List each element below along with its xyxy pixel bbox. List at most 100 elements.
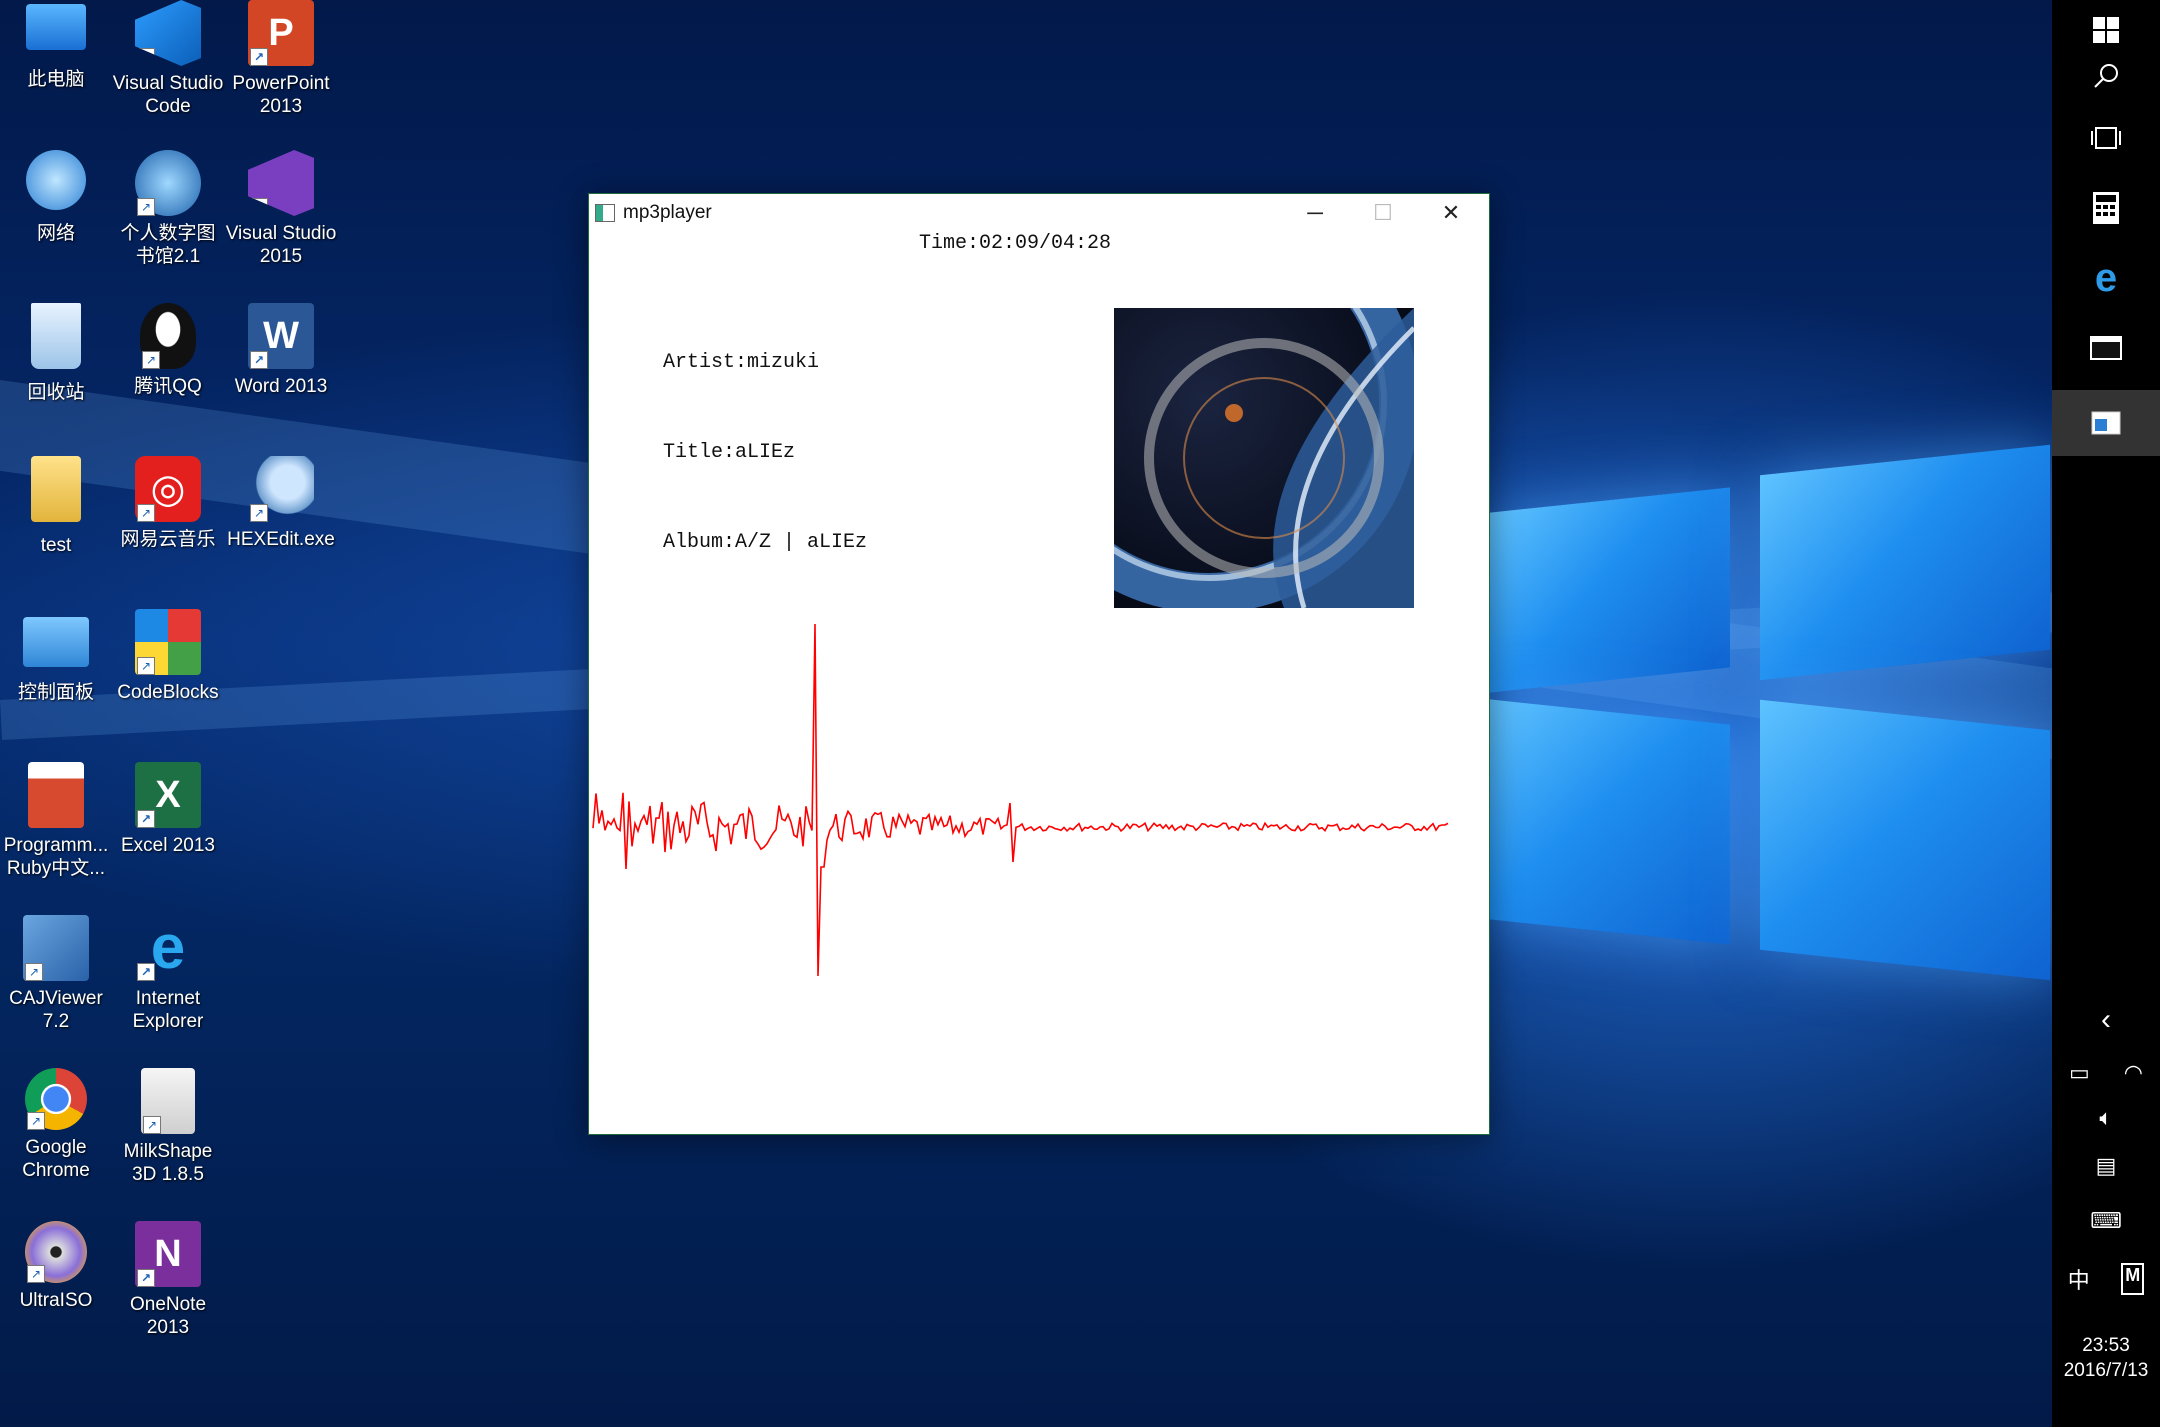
- desktop-icon-qq[interactable]: ↗ 腾讯QQ: [112, 303, 224, 398]
- icon-label: PowerPoint 2013: [232, 73, 330, 117]
- ime-mode-indicator[interactable]: M: [2121, 1263, 2145, 1295]
- desktop-icon-vscode[interactable]: ↗ Visual Studio Code: [112, 0, 224, 118]
- windows-logo: [1490, 440, 2050, 1020]
- input-language-indicator[interactable]: 中: [2068, 1263, 2090, 1295]
- calculator-icon: [2093, 192, 2119, 224]
- qq-penguin-icon: ↗: [140, 303, 196, 369]
- desktop-icon-ruby-pdf[interactable]: Programm... Ruby中文...: [0, 762, 112, 880]
- touch-keyboard-icon[interactable]: ⌨: [2090, 1208, 2122, 1234]
- chevron-left-icon: ‹: [2101, 1003, 2111, 1036]
- taskbar-edge[interactable]: e: [2052, 248, 2160, 308]
- desktop-icon-milkshape[interactable]: ↗ MilkShape 3D 1.8.5: [112, 1068, 224, 1186]
- tray-row-notifications: ▤: [2052, 1153, 2160, 1179]
- library-globe-icon: ↗: [135, 150, 201, 216]
- hexedit-magnifier-icon: ↗: [248, 456, 314, 522]
- desktop-icon-powerpoint[interactable]: P ↗ PowerPoint 2013: [225, 0, 337, 118]
- icon-label: Internet Explorer: [132, 988, 204, 1032]
- action-center-icon[interactable]: ▤: [2096, 1153, 2117, 1179]
- wifi-icon[interactable]: ◠: [2124, 1060, 2143, 1086]
- task-view-icon: [2091, 127, 2121, 149]
- chrome-icon: ↗: [25, 1068, 87, 1130]
- icon-label: 网络: [36, 223, 75, 244]
- desktop-icon-chrome[interactable]: ↗ Google Chrome: [0, 1068, 112, 1182]
- waveform-graph: [592, 623, 1449, 977]
- tray-row-ime: 中 M: [2052, 1263, 2160, 1295]
- netease-music-icon: ◎ ↗: [135, 456, 201, 522]
- desktop-icon-cajviewer[interactable]: ↗ CAJViewer 7.2: [0, 915, 112, 1033]
- desktop-icon-control-panel[interactable]: 控制面板: [0, 609, 112, 704]
- excel-icon: X ↗: [135, 762, 201, 828]
- windows-start-icon: [2093, 17, 2119, 43]
- mp3player-window[interactable]: mp3player ─ ☐ ✕ Time:02:09/04:28 Artist:…: [588, 193, 1490, 1135]
- clock-date[interactable]: 2016/7/13: [2052, 1360, 2160, 1382]
- word-icon: W ↗: [248, 303, 314, 369]
- icon-label: 个人数字图书馆2.1: [120, 223, 216, 267]
- icon-label: Visual Studio 2015: [225, 223, 337, 267]
- desktop-icon-test-folder[interactable]: test: [0, 456, 112, 557]
- tray-row-status: ▭ ◠: [2052, 1060, 2160, 1086]
- side-taskbar: e ‹ ▭ ◠ 🔈︎ ▤ ⌨ 中 M 23:53 2016/7/13: [2052, 0, 2160, 1427]
- desktop-icon-digital-library[interactable]: ↗ 个人数字图书馆2.1: [112, 150, 224, 268]
- taskbar-mp3player[interactable]: [2052, 390, 2160, 456]
- desktop-icon-codeblocks[interactable]: ↗ CodeBlocks: [112, 609, 224, 704]
- desktop-icon-recycle-bin[interactable]: 回收站: [0, 303, 112, 404]
- control-panel-icon: [23, 617, 89, 667]
- icon-label: 腾讯QQ: [134, 376, 202, 397]
- icon-label: Excel 2013: [120, 835, 215, 856]
- icon-label: 网易云音乐: [120, 529, 216, 550]
- minimize-button[interactable]: ─: [1281, 194, 1349, 232]
- taskbar-console[interactable]: [2052, 318, 2160, 378]
- codeblocks-icon: ↗: [135, 609, 201, 675]
- window-title: mp3player: [623, 202, 712, 223]
- search-button[interactable]: [2052, 46, 2160, 106]
- computer-icon: [26, 4, 86, 50]
- visual-studio-icon: ↗: [248, 150, 314, 216]
- icon-label: Google Chrome: [22, 1137, 90, 1181]
- desktop-icon-onenote[interactable]: N ↗ OneNote 2013: [112, 1221, 224, 1339]
- playback-time: Time:02:09/04:28: [919, 232, 1112, 255]
- icon-label: 此电脑: [27, 69, 85, 90]
- search-icon: [2094, 64, 2118, 88]
- network-globe-icon: [26, 150, 86, 210]
- console-window-icon: [2090, 336, 2122, 360]
- icon-label: Word 2013: [234, 376, 328, 397]
- icon-label: HEXEdit.exe: [227, 529, 335, 550]
- album-cover-art: [1114, 308, 1414, 608]
- mp3player-window-icon: [2091, 411, 2121, 435]
- disc-icon: ↗: [25, 1221, 87, 1283]
- taskbar-calculator[interactable]: [2052, 178, 2160, 238]
- icon-label: OneNote 2013: [129, 1294, 207, 1338]
- icon-label: CodeBlocks: [117, 682, 219, 703]
- desktop-icon-vs2015[interactable]: ↗ Visual Studio 2015: [225, 150, 337, 268]
- desktop-icon-network[interactable]: 网络: [0, 150, 112, 245]
- app-icon: [595, 204, 615, 222]
- edge-icon: e: [2094, 255, 2118, 300]
- task-view-button[interactable]: [2052, 108, 2160, 168]
- show-hidden-icons-button[interactable]: ‹: [2052, 990, 2160, 1050]
- desktop-icon-excel[interactable]: X ↗ Excel 2013: [112, 762, 224, 857]
- icon-label: Visual Studio Code: [112, 73, 224, 117]
- cajviewer-book-icon: ↗: [23, 915, 89, 981]
- clock-time[interactable]: 23:53: [2052, 1335, 2160, 1357]
- icon-label: MilkShape 3D 1.8.5: [123, 1141, 213, 1185]
- folder-icon: [31, 456, 81, 522]
- internet-explorer-icon: e ↗: [135, 915, 201, 981]
- icon-label: UltraISO: [19, 1290, 93, 1311]
- desktop-icon-ie[interactable]: e ↗ Internet Explorer: [112, 915, 224, 1033]
- desktop-icon-netease-music[interactable]: ◎ ↗ 网易云音乐: [112, 456, 224, 551]
- volume-icon[interactable]: 🔈︎: [2099, 1105, 2112, 1131]
- window-titlebar[interactable]: mp3player ─ ☐ ✕: [589, 194, 1489, 232]
- desktop-icon-word[interactable]: W ↗ Word 2013: [225, 303, 337, 398]
- desktop-icon-ultraiso[interactable]: ↗ UltraISO: [0, 1221, 112, 1312]
- icon-label: test: [40, 535, 72, 556]
- desktop-icon-this-pc[interactable]: 此电脑: [0, 0, 112, 91]
- waveform-line: [592, 623, 1449, 977]
- recycle-bin-icon: [31, 303, 81, 369]
- battery-icon[interactable]: ▭: [2069, 1060, 2090, 1086]
- desktop-icon-hexedit[interactable]: ↗ HEXEdit.exe: [225, 456, 337, 551]
- album-label: Album:A/Z | aLIEz: [663, 531, 868, 554]
- close-button[interactable]: ✕: [1417, 194, 1485, 232]
- maximize-button[interactable]: ☐: [1349, 194, 1417, 232]
- icon-label: Programm... Ruby中文...: [3, 835, 109, 879]
- vscode-icon: ↗: [135, 0, 201, 66]
